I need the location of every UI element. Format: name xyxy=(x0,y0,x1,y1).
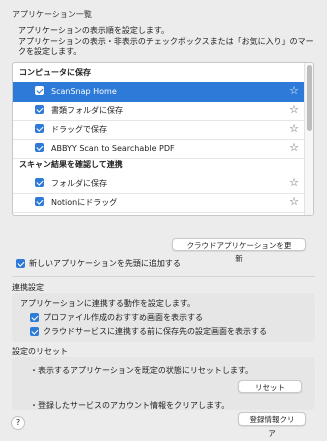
checkbox[interactable] xyxy=(35,197,44,206)
checkbox[interactable] xyxy=(35,105,44,114)
scroll-thumb[interactable] xyxy=(306,65,312,131)
list-item-drag-save[interactable]: ドラッグで保存 ☆ xyxy=(13,120,305,140)
star-outline-icon[interactable]: ☆ xyxy=(289,141,299,154)
group-header-review-and-link: スキャン結果を確認して連携 xyxy=(19,160,123,169)
app-list-description: アプリケーションの表示順を設定します。 アプリケーションの表示・非表示のチェック… xyxy=(18,26,314,56)
list-item-label: 書類フォルダに保存 xyxy=(51,106,123,115)
checkbox[interactable] xyxy=(30,313,39,322)
star-outline-icon[interactable]: ☆ xyxy=(289,176,299,189)
star-outline-icon[interactable]: ☆ xyxy=(289,103,299,116)
list-item-label: フォルダに保存 xyxy=(51,179,107,188)
list-scrollbar[interactable] xyxy=(304,63,313,215)
checkbox[interactable] xyxy=(16,259,25,268)
list-item-documents-folder[interactable]: 書類フォルダに保存 ☆ xyxy=(13,101,305,121)
star-outline-icon[interactable]: ☆ xyxy=(289,122,299,135)
list-item-scansnap-home[interactable]: ScanSnap Home ☆ xyxy=(13,82,305,102)
star-outline-icon[interactable]: ☆ xyxy=(289,195,299,208)
linkage-description: アプリケーションに連携する動作を設定します。 xyxy=(20,299,196,308)
checkbox[interactable] xyxy=(35,86,44,95)
reset-title: 設定のリセット xyxy=(12,347,68,356)
application-list[interactable]: コンピュータに保存 ScanSnap Home ☆ 書類フォルダに保存 ☆ ドラ… xyxy=(12,62,314,216)
reset-panel: ・表示するアプリケーションを既定の状態にリセットします。 リセット ・登録したサ… xyxy=(12,357,315,410)
list-item-label: Notionにドラッグ xyxy=(51,198,118,207)
checkbox[interactable] xyxy=(35,178,44,187)
linkage-panel: アプリケーションに連携する動作を設定します。 プロファイル作成のおすすめ画面を表… xyxy=(12,293,315,342)
list-item-save-to-folder[interactable]: フォルダに保存 ☆ xyxy=(13,174,305,194)
checkbox[interactable] xyxy=(35,143,44,152)
reset-apps-description: ・表示するアプリケーションを既定の状態にリセットします。 xyxy=(30,366,254,375)
checkbox[interactable] xyxy=(35,124,44,133)
linkage-title: 連携設定 xyxy=(12,283,44,292)
list-item-label: ScanSnap Home xyxy=(51,87,117,96)
star-outline-icon[interactable]: ☆ xyxy=(289,84,299,97)
divider xyxy=(12,276,315,277)
clear-registration-button[interactable]: 登録情報クリア xyxy=(238,412,306,438)
app-list-title: アプリケーション一覧 xyxy=(12,10,92,19)
checkbox[interactable] xyxy=(30,327,39,336)
list-item-label: ABBYY Scan to Searchable PDF xyxy=(51,144,175,153)
list-item-abbyy[interactable]: ABBYY Scan to Searchable PDF ☆ xyxy=(13,139,305,159)
clear-accounts-description: ・登録したサービスのアカウント情報をクリアします。 xyxy=(30,401,230,410)
help-button[interactable]: ? xyxy=(11,416,25,430)
reset-button[interactable]: リセット xyxy=(238,380,302,393)
list-item-notion-drag[interactable]: Notionにドラッグ ☆ xyxy=(13,193,305,213)
list-item-label: ドラッグで保存 xyxy=(51,125,107,134)
update-cloud-apps-button[interactable]: クラウドアプリケーションを更新 xyxy=(172,238,306,263)
group-header-save-to-computer: コンピュータに保存 xyxy=(19,68,91,77)
